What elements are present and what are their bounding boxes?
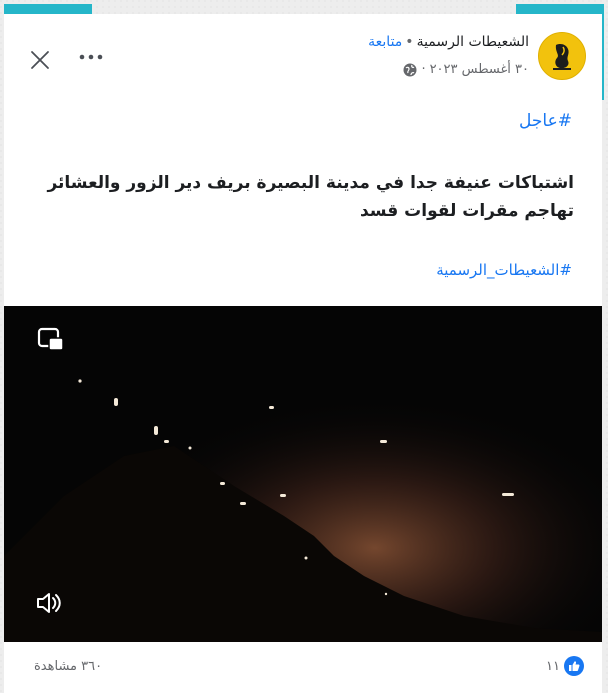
more-options-icon[interactable]: [78, 50, 104, 64]
video-player[interactable]: [4, 306, 602, 642]
video-frame: [4, 306, 602, 642]
follow-button[interactable]: متابعة: [368, 34, 402, 50]
hashtag-page[interactable]: #الشعيطات_الرسمية: [436, 261, 572, 279]
reactions[interactable]: ١١: [546, 656, 584, 676]
globe-icon: [403, 63, 417, 76]
post-card: الشعيطات الرسمية•متابعة ٣٠ أغسطس ٢٠٢٣ · …: [4, 14, 602, 693]
close-icon[interactable]: [30, 50, 50, 70]
post-date[interactable]: ٣٠ أغسطس ٢٠٢٣: [430, 62, 529, 77]
view-count: ٣٦٠ مشاهدة: [34, 659, 103, 674]
picture-in-picture-icon[interactable]: [36, 325, 66, 355]
hashtag-breaking[interactable]: #عاجل: [519, 111, 572, 131]
like-icon: [564, 656, 584, 676]
avatar-logo-icon: [553, 44, 571, 70]
post-body-line-1: اشتباكات عنيفة جدا في مدينة البصيرة بريف…: [47, 173, 574, 193]
date-separator: ·: [421, 62, 426, 77]
post-footer: ٣٦٠ مشاهدة ١١: [4, 642, 602, 693]
post-meta: ٣٠ أغسطس ٢٠٢٣ ·: [403, 62, 529, 77]
page-avatar[interactable]: [538, 32, 586, 80]
post-header: الشعيطات الرسمية•متابعة ٣٠ أغسطس ٢٠٢٣ ·: [4, 14, 602, 94]
post-body-line-2: تهاجم مقرات لقوات قسد: [359, 201, 574, 221]
name-separator: •: [405, 34, 414, 50]
post-body: اشتباكات عنيفة جدا في مدينة البصيرة بريف…: [34, 169, 574, 225]
page-name[interactable]: الشعيطات الرسمية: [417, 34, 529, 50]
page-name-line: الشعيطات الرسمية•متابعة: [368, 34, 529, 50]
speaker-icon[interactable]: [34, 588, 64, 618]
reaction-count: ١١: [546, 658, 560, 674]
